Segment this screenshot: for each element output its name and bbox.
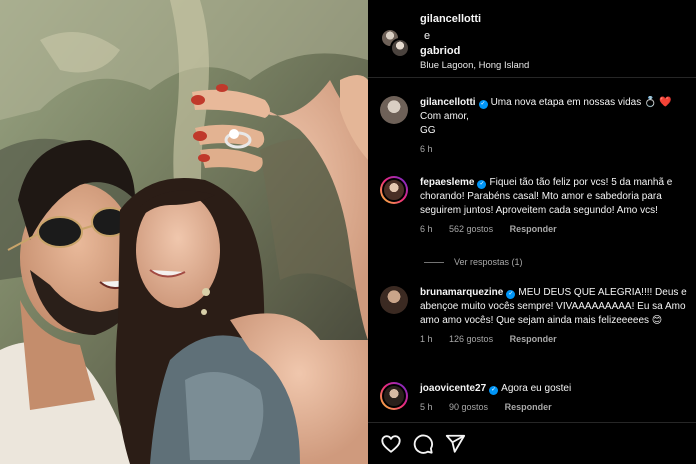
collab-username[interactable]: gabriod bbox=[420, 45, 460, 57]
comment-username[interactable]: brunamarquezine bbox=[420, 287, 503, 298]
comment: brunamarquezine ✓ MEU DEUS QUE ALEGRIA!!!!… bbox=[380, 286, 690, 366]
comment-icon[interactable] bbox=[412, 433, 434, 455]
avatar[interactable] bbox=[380, 96, 408, 124]
comment-time[interactable]: 6 h bbox=[420, 224, 433, 234]
comment-username[interactable]: fepaesleme bbox=[420, 177, 474, 188]
heart-icon[interactable] bbox=[380, 433, 402, 455]
author-username[interactable]: gilancellotti bbox=[420, 13, 481, 25]
comment-username[interactable]: gilancellotti bbox=[420, 97, 476, 108]
comment-meta: 1 h 126 gostos Responder bbox=[420, 332, 692, 346]
comment-meta: 6 h bbox=[420, 142, 692, 156]
verified-badge-icon: ✓ bbox=[478, 100, 488, 109]
verified-badge-icon: ✓ bbox=[506, 290, 516, 299]
divider bbox=[424, 262, 444, 264]
avatar[interactable] bbox=[380, 382, 408, 410]
comment-text-line: GG bbox=[420, 125, 436, 136]
post-location[interactable]: Blue Lagoon, Hong Island bbox=[420, 60, 529, 71]
comment-likes[interactable]: 562 gostos bbox=[449, 224, 493, 234]
reply-button[interactable]: Responder bbox=[505, 402, 552, 412]
comment-time[interactable]: 1 h bbox=[420, 334, 433, 344]
avatar bbox=[390, 38, 410, 58]
comment-likes[interactable]: 90 gostos bbox=[449, 402, 488, 412]
comment-time[interactable]: 6 h bbox=[420, 144, 433, 154]
comment-meta: 6 h 562 gostos Responder bbox=[420, 222, 692, 236]
comment-username[interactable]: joaovicente27 bbox=[420, 383, 486, 394]
reply-button[interactable]: Responder bbox=[510, 224, 557, 234]
post-header: gilancellotti e gabriod Blue Lagoon, Hon… bbox=[368, 0, 696, 78]
comment-text: Agora eu gostei bbox=[501, 383, 572, 394]
action-bar bbox=[368, 422, 696, 464]
collab-conjunction: e bbox=[424, 30, 431, 42]
comment: fepaesleme ✓ Fiquei tão tão feliz por vcs!… bbox=[380, 176, 690, 248]
avatar[interactable] bbox=[380, 286, 408, 314]
share-icon[interactable] bbox=[444, 433, 466, 455]
view-replies-button[interactable]: Ver respostas (1) bbox=[424, 257, 523, 267]
verified-badge-icon: ✓ bbox=[477, 180, 487, 189]
reply-button[interactable]: Responder bbox=[510, 334, 557, 344]
couple-engagement-photo bbox=[0, 0, 368, 464]
comment-meta: 5 h 90 gostos Responder bbox=[420, 400, 692, 414]
verified-badge-icon: ✓ bbox=[489, 386, 499, 395]
caption: gilancellotti ✓ Uma nova etapa em nossas v… bbox=[380, 96, 690, 160]
comment-time[interactable]: 5 h bbox=[420, 402, 433, 412]
comment-likes[interactable]: 126 gostos bbox=[449, 334, 493, 344]
comment: joaovicente27 ✓ Agora eu gostei 5 h 90 gos… bbox=[380, 382, 690, 418]
post-photo bbox=[0, 0, 368, 464]
comment-text: Uma nova etapa em nossas vidas 💍 ❤️ bbox=[490, 97, 672, 108]
post-sidebar: gilancellotti e gabriod Blue Lagoon, Hon… bbox=[368, 0, 696, 464]
collab-avatars[interactable] bbox=[380, 28, 410, 58]
avatar[interactable] bbox=[380, 176, 408, 204]
comment-text-line: Com amor, bbox=[420, 111, 469, 122]
view-replies-label: Ver respostas (1) bbox=[454, 257, 523, 267]
